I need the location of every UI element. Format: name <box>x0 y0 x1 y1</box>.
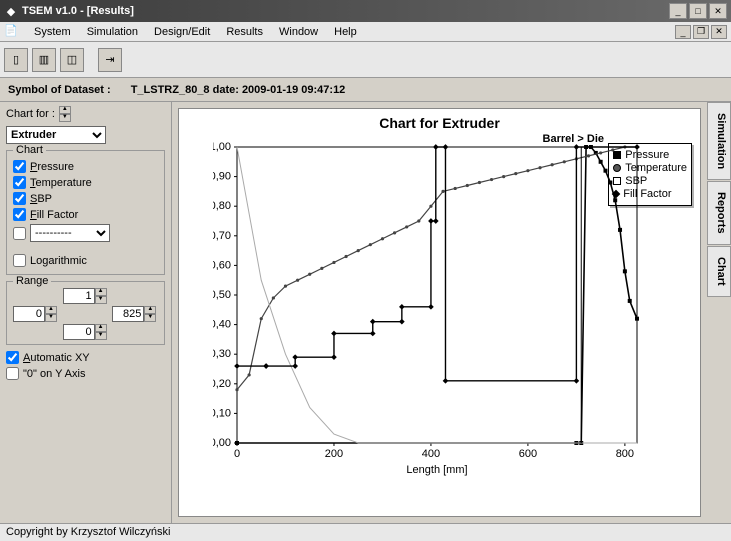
chartfor-label: Chart for : <box>6 108 55 120</box>
svg-text:600: 600 <box>519 448 537 460</box>
range-left-spin[interactable]: ▲▼ <box>45 306 57 322</box>
cb-pressure-label: Pressure <box>30 161 74 173</box>
mdi-close-button[interactable]: ✕ <box>711 25 727 39</box>
svg-text:0,40: 0,40 <box>213 319 231 331</box>
cb-logarithmic[interactable] <box>13 254 26 267</box>
sidetab-simulation[interactable]: Simulation <box>707 102 731 180</box>
statusbar: Copyright by Krzysztof Wilczyński <box>0 523 731 541</box>
range-group-legend: Range <box>13 275 51 287</box>
minimize-button[interactable]: _ <box>669 3 687 19</box>
menu-results[interactable]: Results <box>218 24 271 40</box>
dataset-value: T_LSTRZ_80_8 date: 2009-01-19 09:47:12 <box>131 84 346 96</box>
svg-text:0,10: 0,10 <box>213 407 231 419</box>
svg-text:0,80: 0,80 <box>213 200 231 212</box>
range-right-input[interactable] <box>112 306 144 322</box>
titlebar: ◆ TSEM v1.0 - [Results] _ □ ✕ <box>0 0 731 22</box>
cb-temperature[interactable] <box>13 176 26 189</box>
cb-extra[interactable] <box>13 227 26 240</box>
menu-help[interactable]: Help <box>326 24 365 40</box>
cb-auto-xy[interactable] <box>6 351 19 364</box>
chart-group: Chart Pressure Temperature SBP Fill Fact… <box>6 150 165 275</box>
sidebar: Chart for : ▲▼ Extruder Chart Pressure T… <box>0 102 172 523</box>
svg-text:0,30: 0,30 <box>213 348 231 360</box>
menu-window[interactable]: Window <box>271 24 326 40</box>
svg-text:0,70: 0,70 <box>213 230 231 242</box>
mdi-minimize-button[interactable]: _ <box>675 25 691 39</box>
svg-text:1,00: 1,00 <box>213 141 231 153</box>
svg-text:0,60: 0,60 <box>213 259 231 271</box>
range-left-input[interactable] <box>13 306 45 322</box>
cb-zero-y[interactable] <box>6 367 19 380</box>
range-bottom-spin[interactable]: ▲▼ <box>95 324 107 340</box>
sidetab-reports[interactable]: Reports <box>707 181 731 245</box>
svg-text:Length [mm]: Length [mm] <box>406 464 467 476</box>
range-top-input[interactable] <box>63 288 95 304</box>
sidetab-chart[interactable]: Chart <box>707 246 731 297</box>
cb-zero-y-label: "0" on Y Axis <box>23 368 85 380</box>
cb-logarithmic-label: Logarithmic <box>30 255 87 267</box>
dataset-label: Symbol of Dataset : <box>8 84 111 96</box>
chart-pane: Chart for Extruder Barrel > Die Pressure… <box>172 102 707 523</box>
toolbar-button-3[interactable]: ◫ <box>60 48 84 72</box>
cb-temperature-label: Temperature <box>30 177 92 189</box>
chart-title: Chart for Extruder <box>179 115 700 131</box>
copyright-text: Copyright by Krzysztof Wilczyński <box>6 526 170 538</box>
range-right-spin[interactable]: ▲▼ <box>144 306 156 322</box>
toolbar-button-4[interactable]: ⇥ <box>98 48 122 72</box>
svg-text:400: 400 <box>422 448 440 460</box>
menubar: 📄 System Simulation Design/Edit Results … <box>0 22 731 42</box>
cb-fillfactor[interactable] <box>13 208 26 221</box>
toolbar-button-1[interactable]: ▯ <box>4 48 28 72</box>
svg-text:0,90: 0,90 <box>213 171 231 183</box>
range-top-spin[interactable]: ▲▼ <box>95 288 107 304</box>
menu-design-edit[interactable]: Design/Edit <box>146 24 218 40</box>
workspace: Symbol of Dataset : T_LSTRZ_80_8 date: 2… <box>0 78 731 523</box>
chart-box: Chart for Extruder Barrel > Die Pressure… <box>178 108 701 517</box>
svg-text:0,50: 0,50 <box>213 289 231 301</box>
maximize-button[interactable]: □ <box>689 3 707 19</box>
cb-sbp[interactable] <box>13 192 26 205</box>
svg-text:0,20: 0,20 <box>213 378 231 390</box>
cb-sbp-label: SBP <box>30 193 52 205</box>
svg-text:800: 800 <box>616 448 634 460</box>
svg-text:0: 0 <box>234 448 240 460</box>
cb-auto-xy-label: Automatic XY <box>23 352 90 364</box>
chart-group-legend: Chart <box>13 144 46 156</box>
range-bottom-input[interactable] <box>63 324 95 340</box>
doc-icon: 📄 <box>4 24 20 40</box>
app-icon: ◆ <box>4 4 18 18</box>
cb-fillfactor-label: Fill Factor <box>30 209 78 221</box>
range-group: Range ▲▼ ▲▼ ▲▼ ▲▼ <box>6 281 165 345</box>
toolbar-button-2[interactable]: ▥ <box>32 48 56 72</box>
chartfor-spinner[interactable]: ▲▼ <box>59 106 71 122</box>
toolbar: ▯ ▥ ◫ ⇥ <box>0 42 731 78</box>
svg-text:0,00: 0,00 <box>213 437 231 449</box>
dataset-bar: Symbol of Dataset : T_LSTRZ_80_8 date: 2… <box>0 78 731 102</box>
window-title: TSEM v1.0 - [Results] <box>22 5 667 17</box>
menu-simulation[interactable]: Simulation <box>79 24 146 40</box>
chart-plot: 0,00 0,10 0,20 0,30 0,40 0,50 0,60 0,70 0,80 0,90… <box>213 139 643 479</box>
menu-system[interactable]: System <box>26 24 79 40</box>
svg-text:200: 200 <box>325 448 343 460</box>
cb-pressure[interactable] <box>13 160 26 173</box>
chartfor-combo[interactable]: Extruder <box>6 126 106 144</box>
mdi-restore-button[interactable]: ❐ <box>693 25 709 39</box>
extra-combo[interactable]: ---------- <box>30 224 110 242</box>
close-button[interactable]: ✕ <box>709 3 727 19</box>
sidetabs: Simulation Reports Chart <box>707 102 731 523</box>
